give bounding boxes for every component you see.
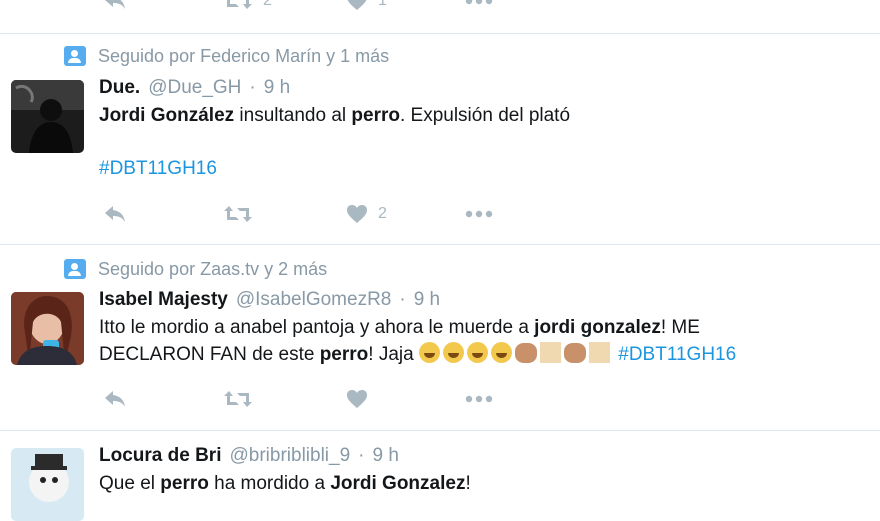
- like-action[interactable]: 2: [346, 202, 387, 226]
- retweet-icon: [224, 206, 252, 222]
- tweet-header: Locura de Bri @bribriblibli_9 · 9 h: [99, 445, 399, 469]
- text-plain: Que el: [99, 473, 161, 494]
- tweet[interactable]: Seguido por Federico Marín y 1 más Due. …: [0, 34, 880, 244]
- skin-tone-emoji: [539, 342, 561, 363]
- reply-action[interactable]: [103, 0, 127, 13]
- reply-action[interactable]: [103, 202, 127, 226]
- text-plain: DECLARON FAN de este: [99, 344, 320, 365]
- tears-of-joy-emoji: [442, 342, 464, 363]
- tweet-header: Due. @Due_GH · 9 h: [99, 77, 290, 101]
- text-plain: . Expulsión del plató: [399, 105, 571, 126]
- text-bold: perro: [351, 105, 400, 126]
- social-context[interactable]: Seguido por Zaas.tv y 2 más: [64, 258, 327, 280]
- text-bold: perro: [319, 344, 369, 365]
- like-count: 1: [378, 0, 387, 9]
- tears-of-joy-emoji: [418, 342, 440, 363]
- retweet-action[interactable]: [223, 202, 253, 226]
- tweet-text-line: DECLARON FAN de este perro! Jaja #DBT11G…: [99, 341, 736, 368]
- text-plain: insultando al: [234, 105, 352, 126]
- follow-context-icon: [64, 46, 86, 66]
- tweet-text-line: #DBT11GH16: [99, 155, 217, 182]
- follow-context-icon: [64, 259, 86, 279]
- reply-action[interactable]: [103, 387, 127, 411]
- like-action[interactable]: [346, 387, 368, 411]
- text-plain: ! ME: [660, 317, 700, 338]
- like-count: 2: [378, 205, 387, 222]
- tweet-timestamp[interactable]: 9 h: [372, 445, 398, 467]
- text-bold: jordi gonzalez: [534, 317, 661, 338]
- user-fullname[interactable]: Locura de Bri: [99, 445, 221, 467]
- heart-icon: [347, 205, 367, 223]
- retweet-count: 2: [263, 0, 272, 9]
- user-handle[interactable]: @Due_GH: [148, 77, 241, 99]
- tears-of-joy-emoji: [490, 342, 512, 363]
- skin-tone-emoji: [588, 342, 610, 363]
- avatar[interactable]: [11, 448, 84, 521]
- user-handle[interactable]: @bribriblibli_9: [229, 445, 350, 467]
- text-plain: ha mordido a: [208, 473, 331, 494]
- tweet-text: Itto le mordio a anabel pantoja y ahora …: [99, 314, 700, 341]
- reply-icon: [105, 391, 125, 407]
- like-action[interactable]: 1: [346, 0, 387, 13]
- social-context[interactable]: Seguido por Federico Marín y 1 más: [64, 45, 389, 67]
- retweet-action[interactable]: 2: [223, 0, 272, 13]
- text-plain: Itto le mordio a anabel pantoja y ahora …: [99, 317, 535, 338]
- text-bold: Jordi Gonzalez: [330, 473, 466, 494]
- more-action[interactable]: [465, 0, 493, 13]
- retweet-action[interactable]: [223, 387, 253, 411]
- social-context-text: Seguido por Federico Marín y 1 más: [98, 45, 390, 66]
- hashtag-link[interactable]: #DBT11GH16: [99, 158, 217, 179]
- more-dots-icon: [465, 210, 493, 218]
- tweet[interactable]: Seguido por Zaas.tv y 2 más Isabel Majes…: [0, 245, 880, 430]
- tears-of-joy-emoji: [466, 342, 488, 363]
- social-context-text: Seguido por Zaas.tv y 2 más: [98, 258, 328, 279]
- tweet[interactable]: Locura de Bri @bribriblibli_9 · 9 h Que …: [0, 431, 880, 521]
- tweet-timestamp[interactable]: 9 h: [264, 77, 290, 99]
- text-plain: !: [465, 473, 471, 494]
- reply-icon: [105, 0, 125, 9]
- more-dots-icon: [465, 395, 493, 403]
- retweet-icon: [224, 391, 252, 407]
- more-dots-icon: [465, 0, 493, 5]
- separator-dot: ·: [358, 445, 365, 466]
- user-handle[interactable]: @IsabelGomezR8: [236, 289, 392, 311]
- tweet-text: Jordi González insultando al perro. Expu…: [99, 102, 570, 129]
- hashtag-link[interactable]: #DBT11GH16: [618, 344, 736, 365]
- retweet-icon: [227, 0, 252, 9]
- text-plain: ! Jaja: [368, 344, 419, 365]
- user-fullname[interactable]: Due.: [99, 77, 140, 99]
- heart-icon: [347, 0, 367, 10]
- reply-icon: [105, 206, 125, 222]
- tweet-timestamp[interactable]: 9 h: [414, 289, 440, 311]
- user-fullname[interactable]: Isabel Majesty: [99, 289, 228, 311]
- separator-dot: ·: [399, 289, 406, 310]
- avatar[interactable]: [11, 80, 84, 153]
- separator-dot: ·: [249, 77, 256, 98]
- heart-icon: [347, 390, 367, 408]
- text-bold: perro: [160, 473, 209, 494]
- more-action[interactable]: [465, 387, 493, 411]
- more-action[interactable]: [465, 202, 493, 226]
- clapping-hands-emoji: [514, 343, 537, 363]
- clapping-hands-emoji: [563, 343, 586, 363]
- tweet-header: Isabel Majesty @IsabelGomezR8 · 9 h: [99, 289, 440, 313]
- avatar[interactable]: [11, 292, 84, 365]
- tweet-text: Que el perro ha mordido a Jordi Gonzalez…: [99, 470, 471, 497]
- text-bold: Jordi González: [99, 105, 235, 126]
